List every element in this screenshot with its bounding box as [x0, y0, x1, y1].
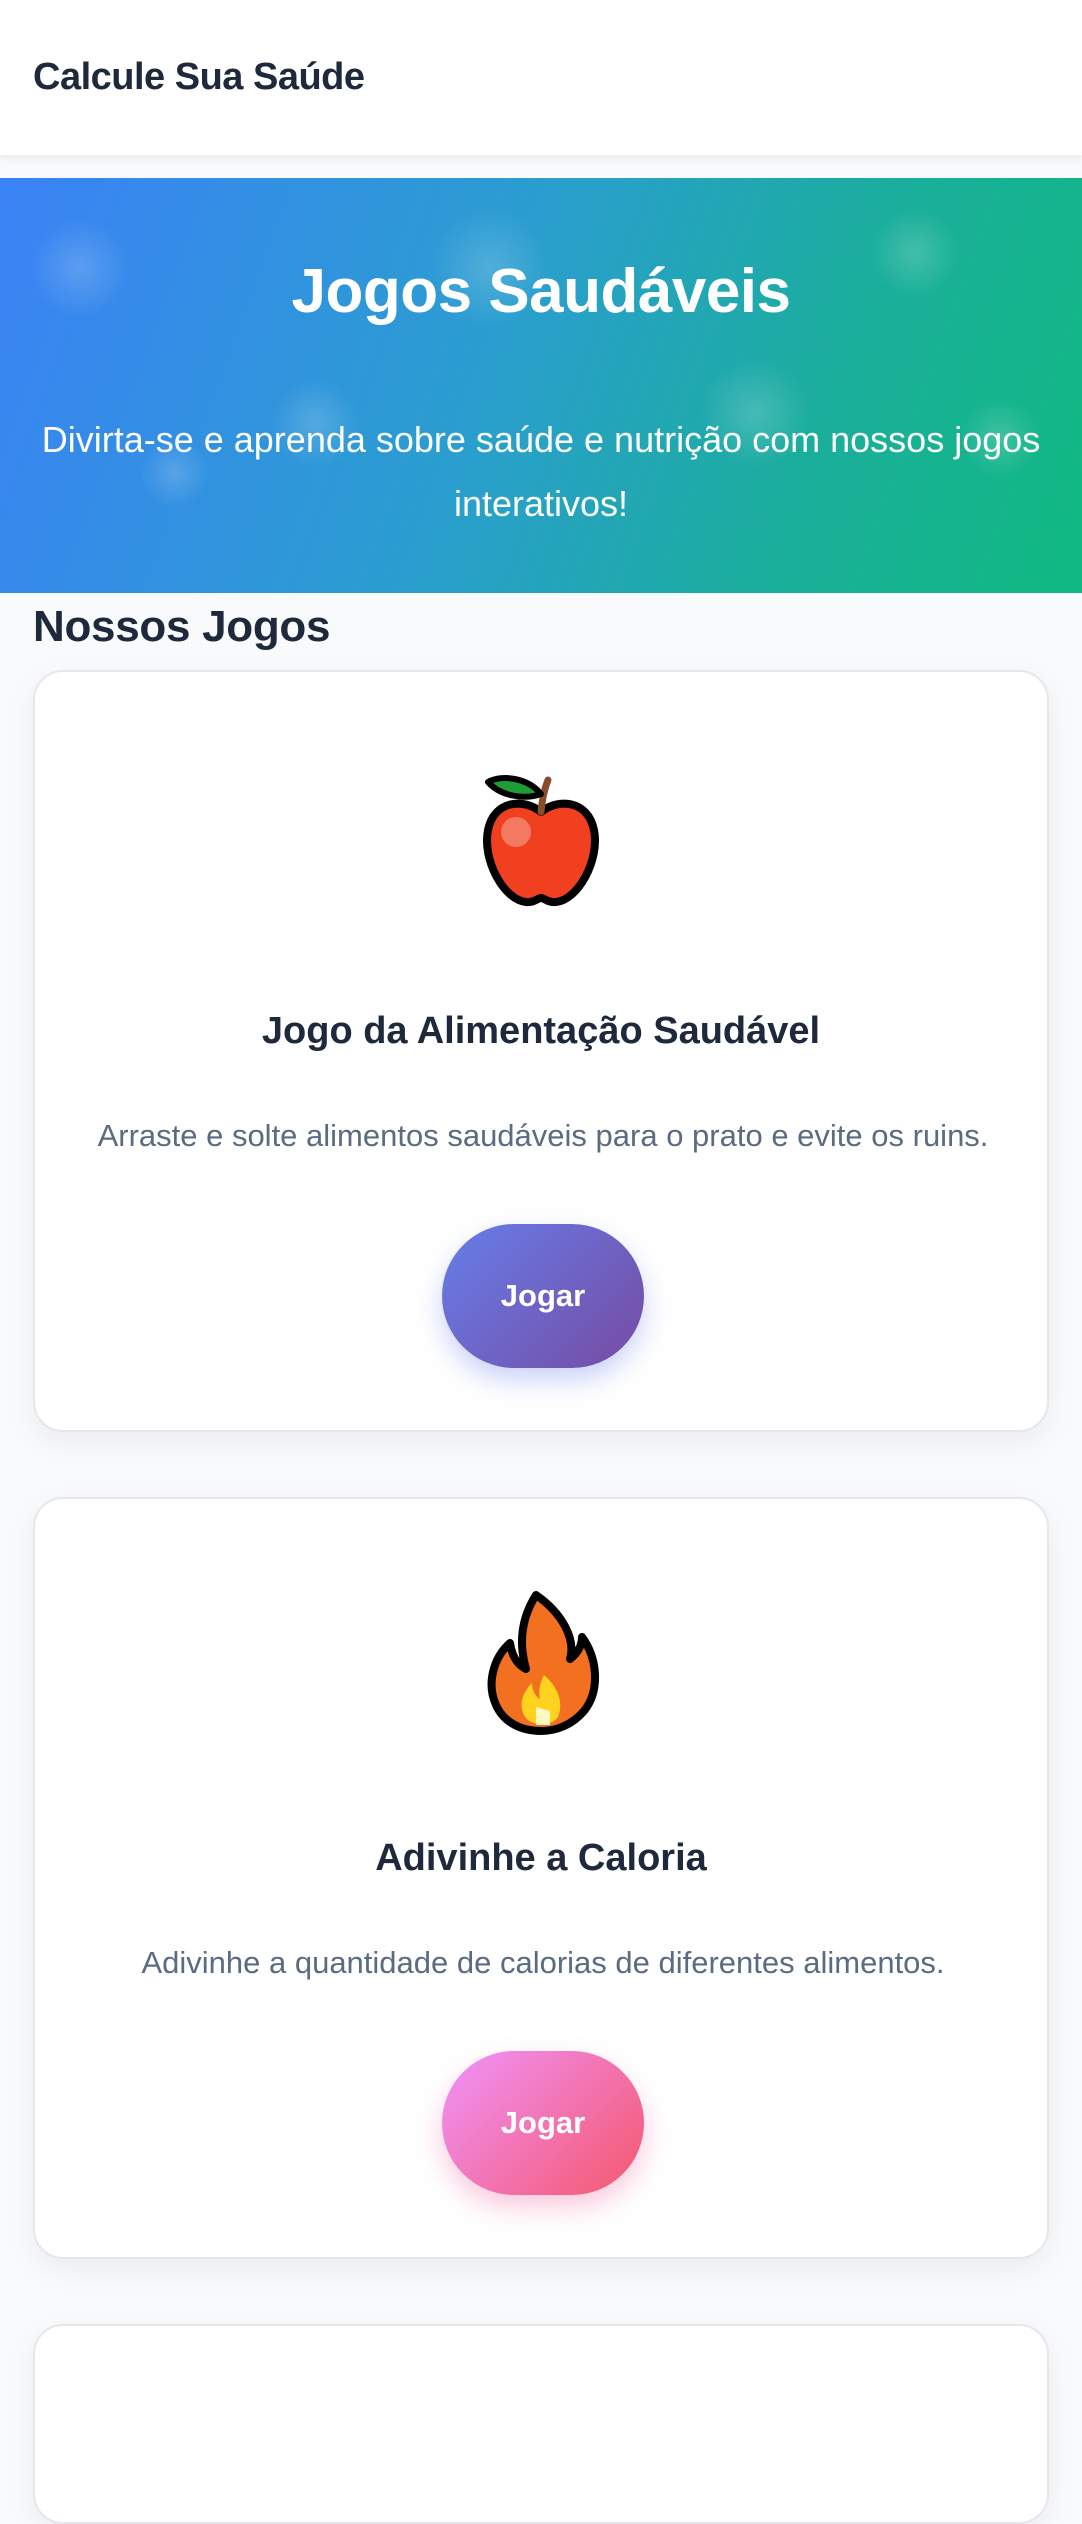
fire-icon-graphic — [487, 1591, 599, 1735]
hero-subtitle: Divirta-se e aprenda sobre saúde e nutri… — [41, 419, 1041, 524]
apple-icon-graphic — [483, 775, 599, 907]
games-section-title: Nossos Jogos — [33, 602, 331, 651]
apple-icon — [35, 760, 1047, 910]
hero-title: Jogos Saudáveis — [291, 257, 791, 326]
game-description: Adivinhe a quantidade de calorias de dif… — [141, 1945, 945, 1980]
site-logo-text[interactable]: Calcule Sua Saúde — [33, 56, 365, 99]
play-button[interactable]: Jogar — [442, 1224, 644, 1368]
game-description: Arraste e solte alimentos saudáveis para… — [97, 1118, 989, 1153]
hero-banner: Jogos Saudáveis Divirta-se e aprenda sob… — [0, 178, 1082, 593]
play-button[interactable]: Jogar — [442, 2051, 644, 2195]
game-title: Adivinhe a Caloria — [375, 1837, 707, 1879]
fire-icon — [35, 1587, 1047, 1737]
game-title: Jogo da Alimentação Saudável — [261, 1010, 821, 1052]
game-card-healthy-eating: Jogo da Alimentação Saudável Arraste e s… — [33, 670, 1049, 1432]
site-header: Calcule Sua Saúde — [0, 0, 1082, 156]
game-card-guess-calories: Adivinhe a Caloria Adivinhe a quantidade… — [33, 1497, 1049, 2259]
game-card-partial — [33, 2324, 1049, 2524]
